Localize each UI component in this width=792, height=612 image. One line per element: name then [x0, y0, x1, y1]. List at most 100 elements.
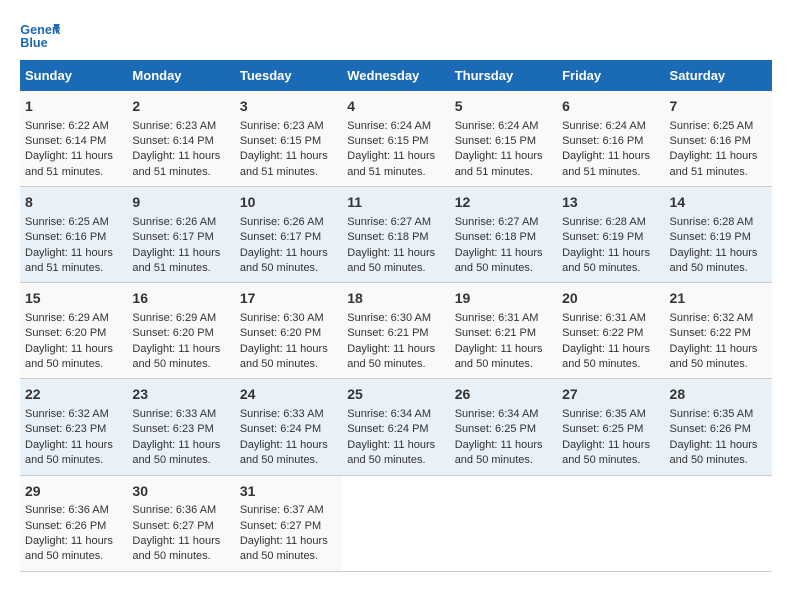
calendar-cell: 17Sunrise: 6:30 AMSunset: 6:20 PMDayligh… — [235, 283, 342, 379]
week-row-2: 8Sunrise: 6:25 AMSunset: 6:16 PMDaylight… — [20, 187, 772, 283]
sunrise: Sunrise: 6:23 AM — [240, 120, 324, 132]
daylight: Daylight: 11 hours and 50 minutes. — [347, 439, 435, 466]
column-header-saturday: Saturday — [665, 60, 772, 91]
sunset: Sunset: 6:25 PM — [455, 423, 536, 435]
sunrise: Sunrise: 6:34 AM — [455, 408, 539, 420]
sunset: Sunset: 6:16 PM — [562, 135, 643, 147]
sunrise: Sunrise: 6:37 AM — [240, 504, 324, 516]
sunset: Sunset: 6:24 PM — [240, 423, 321, 435]
calendar-cell: 13Sunrise: 6:28 AMSunset: 6:19 PMDayligh… — [557, 187, 664, 283]
column-header-sunday: Sunday — [20, 60, 127, 91]
calendar-cell: 24Sunrise: 6:33 AMSunset: 6:24 PMDayligh… — [235, 379, 342, 475]
calendar-cell — [665, 475, 772, 571]
calendar-cell — [342, 475, 449, 571]
sunrise: Sunrise: 6:23 AM — [132, 120, 216, 132]
daylight: Daylight: 11 hours and 50 minutes. — [455, 343, 543, 370]
day-number: 25 — [347, 385, 444, 405]
calendar-cell: 15Sunrise: 6:29 AMSunset: 6:20 PMDayligh… — [20, 283, 127, 379]
daylight: Daylight: 11 hours and 50 minutes. — [132, 535, 220, 562]
day-number: 9 — [132, 193, 229, 213]
day-number: 21 — [670, 289, 767, 309]
logo: General Blue — [20, 20, 66, 50]
sunrise: Sunrise: 6:33 AM — [240, 408, 324, 420]
column-header-friday: Friday — [557, 60, 664, 91]
daylight: Daylight: 11 hours and 50 minutes. — [455, 247, 543, 274]
daylight: Daylight: 11 hours and 50 minutes. — [25, 343, 113, 370]
logo-icon: General Blue — [20, 20, 60, 50]
sunrise: Sunrise: 6:27 AM — [347, 216, 431, 228]
calendar-cell: 1Sunrise: 6:22 AMSunset: 6:14 PMDaylight… — [20, 91, 127, 187]
sunrise: Sunrise: 6:28 AM — [670, 216, 754, 228]
calendar-body: 1Sunrise: 6:22 AMSunset: 6:14 PMDaylight… — [20, 91, 772, 571]
daylight: Daylight: 11 hours and 51 minutes. — [132, 247, 220, 274]
sunset: Sunset: 6:21 PM — [455, 327, 536, 339]
daylight: Daylight: 11 hours and 51 minutes. — [25, 247, 113, 274]
sunrise: Sunrise: 6:24 AM — [455, 120, 539, 132]
day-number: 18 — [347, 289, 444, 309]
calendar-cell: 6Sunrise: 6:24 AMSunset: 6:16 PMDaylight… — [557, 91, 664, 187]
sunset: Sunset: 6:22 PM — [670, 327, 751, 339]
sunset: Sunset: 6:26 PM — [670, 423, 751, 435]
calendar-cell: 30Sunrise: 6:36 AMSunset: 6:27 PMDayligh… — [127, 475, 234, 571]
calendar-cell: 4Sunrise: 6:24 AMSunset: 6:15 PMDaylight… — [342, 91, 449, 187]
daylight: Daylight: 11 hours and 51 minutes. — [347, 150, 435, 177]
calendar-table: SundayMondayTuesdayWednesdayThursdayFrid… — [20, 60, 772, 572]
day-number: 26 — [455, 385, 552, 405]
sunset: Sunset: 6:18 PM — [455, 231, 536, 243]
calendar-cell: 26Sunrise: 6:34 AMSunset: 6:25 PMDayligh… — [450, 379, 557, 475]
sunrise: Sunrise: 6:31 AM — [455, 312, 539, 324]
calendar-cell — [557, 475, 664, 571]
daylight: Daylight: 11 hours and 50 minutes. — [132, 439, 220, 466]
day-number: 19 — [455, 289, 552, 309]
column-header-wednesday: Wednesday — [342, 60, 449, 91]
day-number: 13 — [562, 193, 659, 213]
column-header-thursday: Thursday — [450, 60, 557, 91]
calendar-cell: 9Sunrise: 6:26 AMSunset: 6:17 PMDaylight… — [127, 187, 234, 283]
calendar-cell: 10Sunrise: 6:26 AMSunset: 6:17 PMDayligh… — [235, 187, 342, 283]
daylight: Daylight: 11 hours and 51 minutes. — [25, 150, 113, 177]
day-number: 11 — [347, 193, 444, 213]
sunrise: Sunrise: 6:32 AM — [670, 312, 754, 324]
sunrise: Sunrise: 6:31 AM — [562, 312, 646, 324]
sunset: Sunset: 6:14 PM — [132, 135, 213, 147]
day-number: 1 — [25, 97, 122, 117]
daylight: Daylight: 11 hours and 50 minutes. — [25, 439, 113, 466]
daylight: Daylight: 11 hours and 50 minutes. — [670, 247, 758, 274]
sunrise: Sunrise: 6:34 AM — [347, 408, 431, 420]
daylight: Daylight: 11 hours and 50 minutes. — [240, 247, 328, 274]
sunrise: Sunrise: 6:26 AM — [240, 216, 324, 228]
day-number: 6 — [562, 97, 659, 117]
sunrise: Sunrise: 6:26 AM — [132, 216, 216, 228]
daylight: Daylight: 11 hours and 50 minutes. — [25, 535, 113, 562]
calendar-cell: 27Sunrise: 6:35 AMSunset: 6:25 PMDayligh… — [557, 379, 664, 475]
daylight: Daylight: 11 hours and 50 minutes. — [132, 343, 220, 370]
sunrise: Sunrise: 6:35 AM — [670, 408, 754, 420]
sunset: Sunset: 6:14 PM — [25, 135, 106, 147]
calendar-cell: 21Sunrise: 6:32 AMSunset: 6:22 PMDayligh… — [665, 283, 772, 379]
day-number: 23 — [132, 385, 229, 405]
daylight: Daylight: 11 hours and 51 minutes. — [240, 150, 328, 177]
calendar-cell: 7Sunrise: 6:25 AMSunset: 6:16 PMDaylight… — [665, 91, 772, 187]
sunset: Sunset: 6:22 PM — [562, 327, 643, 339]
sunset: Sunset: 6:15 PM — [240, 135, 321, 147]
page-header: General Blue — [20, 20, 772, 50]
daylight: Daylight: 11 hours and 50 minutes. — [240, 343, 328, 370]
sunset: Sunset: 6:20 PM — [240, 327, 321, 339]
daylight: Daylight: 11 hours and 51 minutes. — [562, 150, 650, 177]
day-number: 7 — [670, 97, 767, 117]
day-number: 8 — [25, 193, 122, 213]
sunset: Sunset: 6:15 PM — [455, 135, 536, 147]
sunset: Sunset: 6:16 PM — [670, 135, 751, 147]
day-number: 27 — [562, 385, 659, 405]
sunset: Sunset: 6:27 PM — [132, 520, 213, 532]
week-row-4: 22Sunrise: 6:32 AMSunset: 6:23 PMDayligh… — [20, 379, 772, 475]
calendar-cell: 31Sunrise: 6:37 AMSunset: 6:27 PMDayligh… — [235, 475, 342, 571]
sunrise: Sunrise: 6:36 AM — [132, 504, 216, 516]
sunset: Sunset: 6:19 PM — [670, 231, 751, 243]
sunset: Sunset: 6:20 PM — [132, 327, 213, 339]
calendar-cell: 22Sunrise: 6:32 AMSunset: 6:23 PMDayligh… — [20, 379, 127, 475]
daylight: Daylight: 11 hours and 51 minutes. — [132, 150, 220, 177]
sunset: Sunset: 6:23 PM — [25, 423, 106, 435]
day-number: 5 — [455, 97, 552, 117]
calendar-cell: 28Sunrise: 6:35 AMSunset: 6:26 PMDayligh… — [665, 379, 772, 475]
